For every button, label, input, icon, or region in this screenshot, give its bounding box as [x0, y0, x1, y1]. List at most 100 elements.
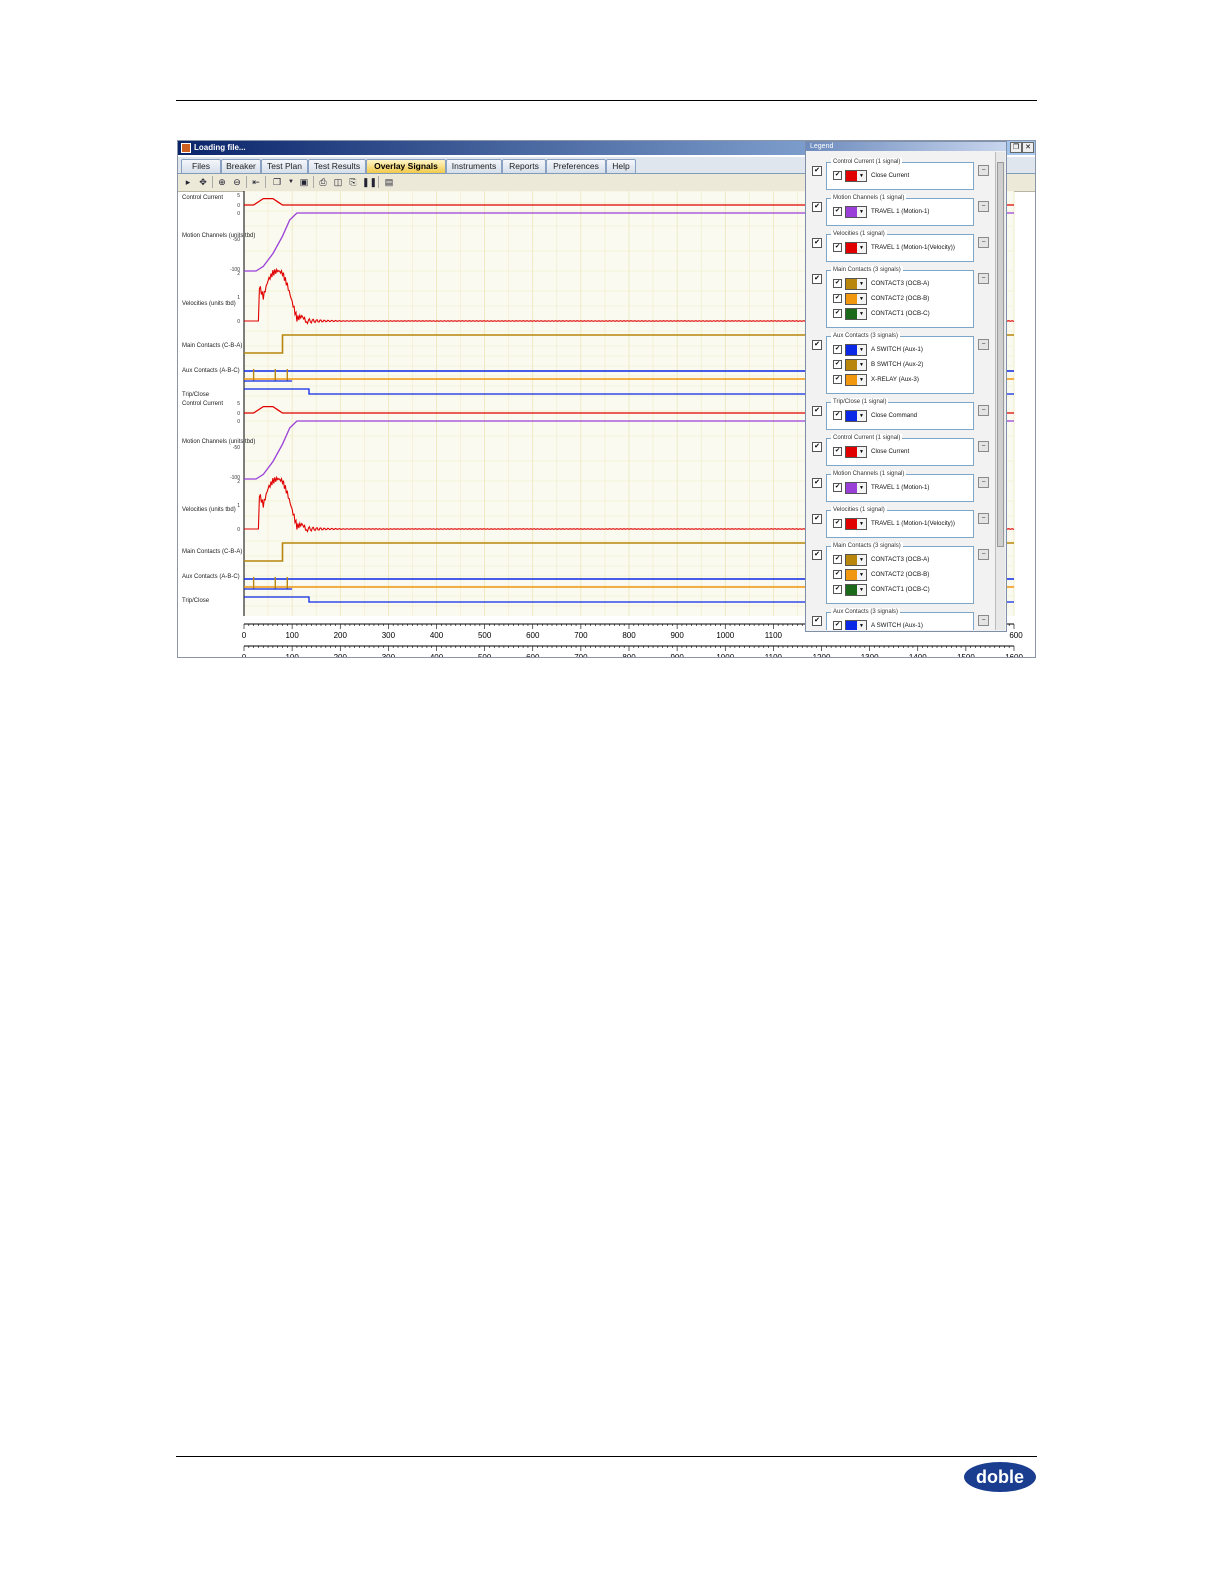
chevron-down-icon[interactable]: ▼: [857, 170, 867, 182]
signal-checkbox[interactable]: ✔: [833, 585, 842, 594]
signal-checkbox[interactable]: ✔: [833, 294, 842, 303]
copy-icon[interactable]: ❐: [270, 175, 284, 189]
legend-signal-row[interactable]: ✔ ▼ B SWITCH (Aux-2): [833, 358, 969, 371]
collapse-group-button[interactable]: −: [978, 339, 989, 350]
group-checkbox[interactable]: ✔: [812, 202, 822, 212]
group-checkbox[interactable]: ✔: [812, 550, 822, 560]
zoom-out-icon[interactable]: ⊖: [230, 175, 244, 189]
legend-list[interactable]: ✔ Control Current (1 signal) ✔ ▼ Close Curre…: [806, 152, 994, 630]
collapse-group-button[interactable]: −: [978, 201, 989, 212]
collapse-group-button[interactable]: −: [978, 477, 989, 488]
group-checkbox[interactable]: ✔: [812, 442, 822, 452]
pan-icon[interactable]: ✥: [196, 175, 210, 189]
chevron-down-icon[interactable]: ▼: [857, 554, 867, 566]
chevron-down-icon[interactable]: ▼: [857, 206, 867, 218]
tab-files[interactable]: Files: [181, 159, 221, 173]
collapse-group-button[interactable]: −: [978, 441, 989, 452]
legend-signal-row[interactable]: ✔ ▼ CONTACT3 (OCB-A): [833, 553, 969, 566]
signal-checkbox[interactable]: ✔: [833, 555, 842, 564]
legend-signal-row[interactable]: ✔ ▼ A SWITCH (Aux-1): [833, 343, 969, 356]
save-icon[interactable]: ▣: [297, 175, 311, 189]
collapse-group-button[interactable]: −: [978, 513, 989, 524]
restore-icon[interactable]: ❐: [1010, 142, 1022, 153]
signal-checkbox[interactable]: ✔: [833, 519, 842, 528]
group-checkbox[interactable]: ✔: [812, 616, 822, 626]
dropdown-icon[interactable]: ▼: [284, 175, 298, 189]
collapse-group-button[interactable]: −: [978, 405, 989, 416]
group-checkbox[interactable]: ✔: [812, 274, 822, 284]
signal-checkbox[interactable]: ✔: [833, 483, 842, 492]
group-checkbox[interactable]: ✔: [812, 478, 822, 488]
tab-help[interactable]: Help: [606, 159, 636, 173]
signal-checkbox[interactable]: ✔: [833, 345, 842, 354]
chevron-down-icon[interactable]: ▼: [857, 620, 867, 630]
collapse-group-button[interactable]: −: [978, 549, 989, 560]
group-checkbox[interactable]: ✔: [812, 238, 822, 248]
chevron-down-icon[interactable]: ▼: [857, 518, 867, 530]
close-icon[interactable]: ✕: [1022, 142, 1034, 153]
legend-signal-row[interactable]: ✔ ▼ Close Current: [833, 169, 969, 182]
chevron-down-icon[interactable]: ▼: [857, 308, 867, 320]
legend-signal-row[interactable]: ✔ ▼ TRAVEL 1 (Motion-1(Velocity)): [833, 517, 969, 530]
export-icon[interactable]: ⎘: [346, 175, 360, 189]
chevron-down-icon[interactable]: ▼: [857, 359, 867, 371]
collapse-group-button[interactable]: −: [978, 165, 989, 176]
zoom-in-icon[interactable]: ⊕: [215, 175, 229, 189]
plot-area[interactable]: Control Current Motion Channels (units tb…: [178, 141, 1035, 657]
signal-checkbox[interactable]: ✔: [833, 171, 842, 180]
legend-signal-row[interactable]: ✔ ▼ CONTACT2 (OCB-B): [833, 568, 969, 581]
group-checkbox[interactable]: ✔: [812, 514, 822, 524]
legend-signal-row[interactable]: ✔ ▼ Close Command: [833, 409, 969, 422]
chevron-down-icon[interactable]: ▼: [857, 374, 867, 386]
chevron-down-icon[interactable]: ▼: [857, 278, 867, 290]
legend-signal-row[interactable]: ✔ ▼ CONTACT2 (OCB-B): [833, 292, 969, 305]
chevron-down-icon[interactable]: ▼: [857, 584, 867, 596]
play-icon[interactable]: ▸: [181, 175, 195, 189]
tab-overlay-signals[interactable]: Overlay Signals: [366, 159, 446, 173]
properties-icon[interactable]: ▤: [382, 175, 396, 189]
legend-signal-row[interactable]: ✔ ▼ TRAVEL 1 (Motion-1): [833, 481, 969, 494]
scrollbar-thumb[interactable]: [997, 162, 1004, 547]
tab-instruments[interactable]: Instruments: [446, 159, 502, 173]
signal-checkbox[interactable]: ✔: [833, 621, 842, 630]
legend-signal-row[interactable]: ✔ ▼ CONTACT1 (OCB-C): [833, 307, 969, 320]
group-checkbox[interactable]: ✔: [812, 406, 822, 416]
collapse-group-button[interactable]: −: [978, 273, 989, 284]
pause-icon[interactable]: ❚❚: [362, 175, 377, 189]
collapse-group-button[interactable]: −: [978, 237, 989, 248]
chevron-down-icon[interactable]: ▼: [857, 410, 867, 422]
tab-test-plan[interactable]: Test Plan: [261, 159, 308, 173]
legend-signal-row[interactable]: ✔ ▼ CONTACT3 (OCB-A): [833, 277, 969, 290]
chevron-down-icon[interactable]: ▼: [857, 482, 867, 494]
signal-checkbox[interactable]: ✔: [833, 447, 842, 456]
legend-signal-row[interactable]: ✔ ▼ A SWITCH (Aux-1): [833, 619, 969, 630]
print-icon[interactable]: ⎙: [316, 175, 330, 189]
legend-signal-row[interactable]: ✔ ▼ X-RELAY (Aux-3): [833, 373, 969, 386]
chevron-down-icon[interactable]: ▼: [857, 293, 867, 305]
signal-checkbox[interactable]: ✔: [833, 309, 842, 318]
chevron-down-icon[interactable]: ▼: [857, 569, 867, 581]
fit-icon[interactable]: ⇤: [249, 175, 263, 189]
signal-checkbox[interactable]: ✔: [833, 375, 842, 384]
legend-signal-row[interactable]: ✔ ▼ CONTACT1 (OCB-C): [833, 583, 969, 596]
legend-signal-row[interactable]: ✔ ▼ TRAVEL 1 (Motion-1(Velocity)): [833, 241, 969, 254]
signal-checkbox[interactable]: ✔: [833, 411, 842, 420]
tab-reports[interactable]: Reports: [502, 159, 546, 173]
legend-signal-row[interactable]: ✔ ▼ Close Current: [833, 445, 969, 458]
legend-signal-row[interactable]: ✔ ▼ TRAVEL 1 (Motion-1): [833, 205, 969, 218]
tab-test-results[interactable]: Test Results: [308, 159, 366, 173]
print-preview-icon[interactable]: ◫: [331, 175, 345, 189]
tab-breaker[interactable]: Breaker: [221, 159, 261, 173]
signal-checkbox[interactable]: ✔: [833, 207, 842, 216]
signal-checkbox[interactable]: ✔: [833, 360, 842, 369]
chevron-down-icon[interactable]: ▼: [857, 446, 867, 458]
group-checkbox[interactable]: ✔: [812, 340, 822, 350]
collapse-group-button[interactable]: −: [978, 615, 989, 626]
chevron-down-icon[interactable]: ▼: [857, 344, 867, 356]
signal-checkbox[interactable]: ✔: [833, 279, 842, 288]
chevron-down-icon[interactable]: ▼: [857, 242, 867, 254]
signal-checkbox[interactable]: ✔: [833, 570, 842, 579]
signal-checkbox[interactable]: ✔: [833, 243, 842, 252]
tab-preferences[interactable]: Preferences: [546, 159, 606, 173]
legend-scrollbar[interactable]: [995, 152, 1005, 630]
